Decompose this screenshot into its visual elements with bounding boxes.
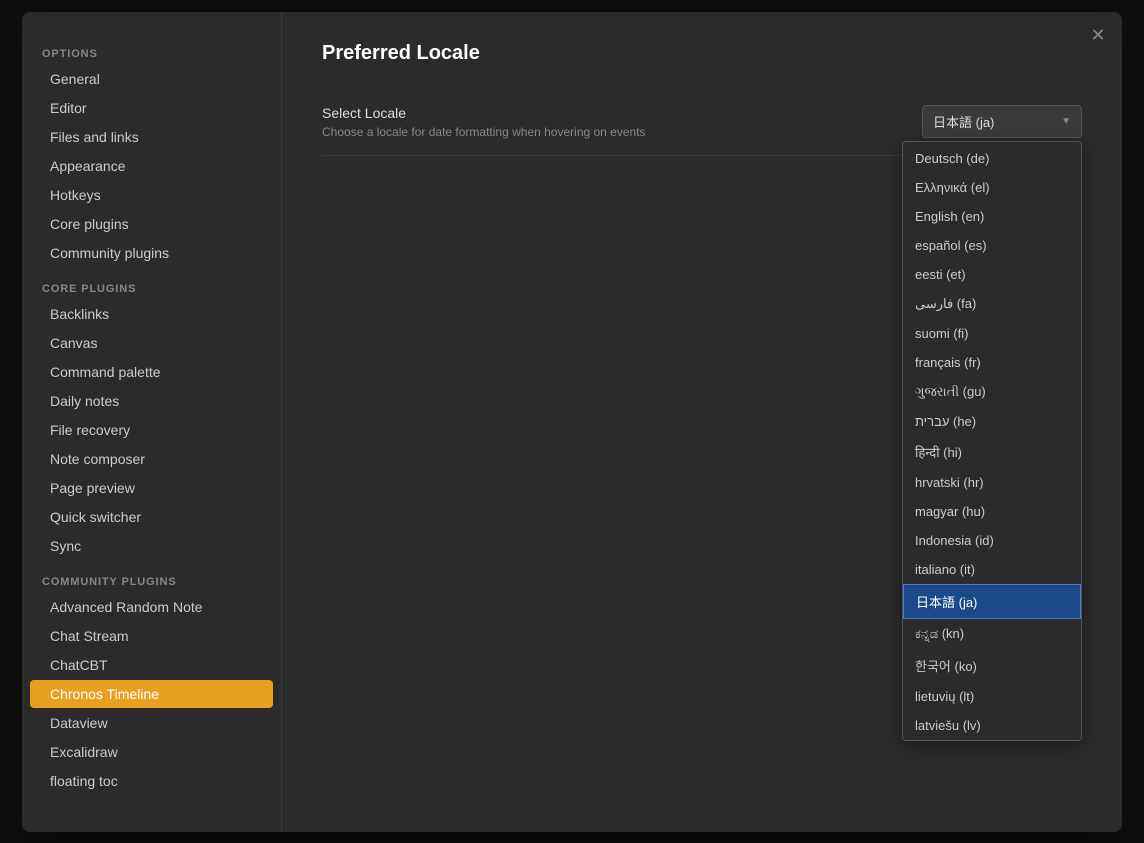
community-plugins-section-label: Community plugins <box>22 568 281 592</box>
sidebar-item-floating-toc[interactable]: floating toc <box>30 767 273 795</box>
setting-desc-locale: Choose a locale for date formatting when… <box>322 125 922 139</box>
sidebar-item-chatcbt[interactable]: ChatCBT <box>30 651 273 679</box>
sidebar-item-community-plugins[interactable]: Community plugins <box>30 239 273 267</box>
dropdown-option-hu[interactable]: magyar (hu) <box>903 497 1081 526</box>
dropdown-option-he[interactable]: עברית (he) <box>903 407 1081 436</box>
dropdown-option-hr[interactable]: hrvatski (hr) <box>903 468 1081 497</box>
locale-dropdown-list[interactable]: Afrikaans (af)العربية (ar)azərbaycan (az… <box>902 141 1082 741</box>
dropdown-option-en[interactable]: English (en) <box>903 202 1081 231</box>
dropdown-option-gu[interactable]: ગુજરાતી (gu) <box>903 377 1081 407</box>
sidebar-item-backlinks[interactable]: Backlinks <box>30 300 273 328</box>
section-title: Preferred Locale <box>322 42 1082 65</box>
dropdown-option-ko[interactable]: 한국어 (ko) <box>903 649 1081 682</box>
dropdown-option-id[interactable]: Indonesia (id) <box>903 526 1081 555</box>
close-button[interactable]: ✕ <box>1086 24 1110 48</box>
sidebar-item-advanced-random-note[interactable]: Advanced Random Note <box>30 593 273 621</box>
dropdown-option-es[interactable]: español (es) <box>903 231 1081 260</box>
sidebar-item-canvas[interactable]: Canvas <box>30 329 273 357</box>
dropdown-option-hi[interactable]: हिन्दी (hi) <box>903 436 1081 468</box>
community-plugins-nav: Advanced Random NoteChat StreamChatCBTCh… <box>22 593 281 795</box>
modal-overlay: ✕ Options GeneralEditorFiles and linksAp… <box>0 0 1144 843</box>
sidebar-item-sync[interactable]: Sync <box>30 532 273 560</box>
sidebar-item-hotkeys[interactable]: Hotkeys <box>30 181 273 209</box>
dropdown-option-kn[interactable]: ಕನ್ನಡ (kn) <box>903 619 1081 649</box>
sidebar-item-editor[interactable]: Editor <box>30 94 273 122</box>
sidebar-item-file-recovery[interactable]: File recovery <box>30 416 273 444</box>
sidebar-item-page-preview[interactable]: Page preview <box>30 474 273 502</box>
sidebar-item-core-plugins[interactable]: Core plugins <box>30 210 273 238</box>
dropdown-option-fr[interactable]: français (fr) <box>903 348 1081 377</box>
dropdown-option-fi[interactable]: suomi (fi) <box>903 319 1081 348</box>
dropdown-option-lt[interactable]: lietuvių (lt) <box>903 682 1081 711</box>
locale-dropdown-trigger[interactable]: 日本語 (ja) ▼ <box>922 105 1082 138</box>
core-plugins-section-label: Core plugins <box>22 275 281 299</box>
dropdown-option-ja[interactable]: 日本語 (ja) <box>903 584 1081 619</box>
dropdown-option-fa[interactable]: فارسی (fa) <box>903 289 1081 319</box>
settings-modal: ✕ Options GeneralEditorFiles and linksAp… <box>22 12 1122 832</box>
setting-info-locale: Select Locale Choose a locale for date f… <box>322 105 922 139</box>
sidebar-item-chronos-timeline[interactable]: Chronos Timeline <box>30 680 273 708</box>
dropdown-option-de[interactable]: Deutsch (de) <box>903 144 1081 173</box>
options-nav: GeneralEditorFiles and linksAppearanceHo… <box>22 65 281 267</box>
chevron-down-icon: ▼ <box>1061 116 1071 127</box>
modal-body: Options GeneralEditorFiles and linksAppe… <box>22 12 1122 832</box>
options-section-label: Options <box>22 40 281 64</box>
sidebar: Options GeneralEditorFiles and linksAppe… <box>22 12 282 832</box>
sidebar-item-excalidraw[interactable]: Excalidraw <box>30 738 273 766</box>
dropdown-option-it[interactable]: italiano (it) <box>903 555 1081 584</box>
locale-dropdown-container: 日本語 (ja) ▼ Afrikaans (af)العربية (ar)azə… <box>922 105 1082 138</box>
setting-name-locale: Select Locale <box>322 105 922 121</box>
sidebar-item-quick-switcher[interactable]: Quick switcher <box>30 503 273 531</box>
sidebar-item-note-composer[interactable]: Note composer <box>30 445 273 473</box>
sidebar-item-daily-notes[interactable]: Daily notes <box>30 387 273 415</box>
dropdown-option-el[interactable]: Ελληνικά (el) <box>903 173 1081 202</box>
sidebar-item-appearance[interactable]: Appearance <box>30 152 273 180</box>
setting-row-locale: Select Locale Choose a locale for date f… <box>322 89 1082 156</box>
dropdown-selected-label: 日本語 (ja) <box>933 112 994 131</box>
dropdown-option-lv[interactable]: latviešu (lv) <box>903 711 1081 740</box>
core-plugins-nav: BacklinksCanvasCommand paletteDaily note… <box>22 300 281 560</box>
sidebar-item-dataview[interactable]: Dataview <box>30 709 273 737</box>
dropdown-option-et[interactable]: eesti (et) <box>903 260 1081 289</box>
sidebar-item-files-and-links[interactable]: Files and links <box>30 123 273 151</box>
sidebar-item-chat-stream[interactable]: Chat Stream <box>30 622 273 650</box>
main-content: Preferred Locale Select Locale Choose a … <box>282 12 1122 832</box>
sidebar-item-general[interactable]: General <box>30 65 273 93</box>
sidebar-item-command-palette[interactable]: Command palette <box>30 358 273 386</box>
